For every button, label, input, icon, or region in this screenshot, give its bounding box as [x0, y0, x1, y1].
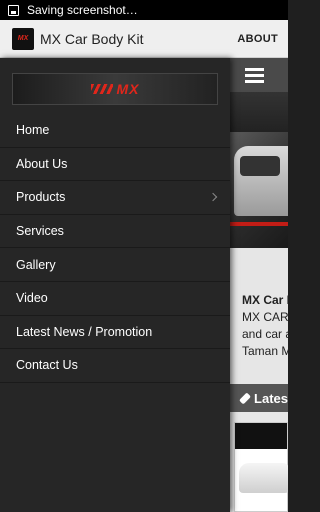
hamburger-menu-icon[interactable]: [245, 67, 264, 83]
chevron-right-icon: [208, 193, 218, 202]
app-logo-icon: MX: [12, 27, 34, 50]
thumbnail-car-image: [239, 463, 288, 493]
status-bar: Saving screenshot…: [0, 0, 288, 20]
drawer-item-label: Latest News / Promotion: [16, 324, 153, 339]
drawer-item-gallery[interactable]: Gallery: [0, 248, 230, 282]
drawer-menu: Home About Us Products Services Gallery …: [0, 114, 230, 383]
drawer-logo-banner: MX: [12, 73, 218, 105]
thumbnail-header: [235, 423, 287, 449]
latest-news-header[interactable]: Lates: [230, 384, 288, 412]
intro-line-2: and car a: [242, 327, 288, 341]
about-button[interactable]: ABOUT: [237, 33, 278, 45]
app-title: MX Car Body Kit: [40, 30, 144, 47]
hero-accent-strip: [230, 222, 288, 226]
navigation-drawer: MX Home About Us Products Services Galle…: [0, 58, 230, 512]
intro-line-1: MX CAR: [242, 310, 288, 324]
header-band: [230, 92, 288, 132]
screen: Saving screenshot… MX MX Car Body Kit AB…: [0, 0, 288, 512]
drawer-item-services[interactable]: Services: [0, 215, 230, 249]
intro-line-3: Taman M: [242, 344, 288, 358]
main-content: MX Car B MX CAR and car a Taman M Lates: [230, 58, 288, 512]
latest-news-label: Lates: [254, 390, 288, 406]
intro-text: MX Car B MX CAR and car a Taman M: [230, 248, 288, 360]
drawer-item-products[interactable]: Products: [0, 181, 230, 215]
car-image: [234, 146, 288, 216]
drawer-item-label: Video: [16, 291, 48, 306]
screenshot-icon: [8, 4, 19, 16]
app-logo-text: MX: [17, 35, 29, 42]
site-menu-bar[interactable]: [230, 58, 288, 92]
drawer-item-label: Products: [16, 190, 66, 205]
drawer-item-label: Services: [16, 224, 64, 239]
drawer-item-video[interactable]: Video: [0, 282, 230, 316]
drawer-item-home[interactable]: Home: [0, 114, 230, 148]
logo-stripes-icon: [90, 84, 113, 94]
drawer-item-label: Home: [16, 123, 50, 138]
drawer-item-contact-us[interactable]: Contact Us: [0, 349, 230, 383]
intro-heading: MX Car B: [242, 293, 288, 307]
drawer-item-label: Contact Us: [16, 358, 78, 373]
drawer-item-latest-news[interactable]: Latest News / Promotion: [0, 316, 230, 350]
drawer-logo-text: MX: [116, 81, 140, 97]
status-notification-text: Saving screenshot…: [27, 3, 138, 17]
app-bar: MX MX Car Body Kit ABOUT: [0, 20, 288, 58]
drawer-item-about-us[interactable]: About Us: [0, 148, 230, 182]
drawer-item-label: About Us: [16, 156, 68, 171]
hero-image: [230, 132, 288, 248]
news-thumbnail[interactable]: [234, 422, 288, 512]
tag-icon: [238, 391, 252, 405]
drawer-item-label: Gallery: [16, 257, 56, 272]
